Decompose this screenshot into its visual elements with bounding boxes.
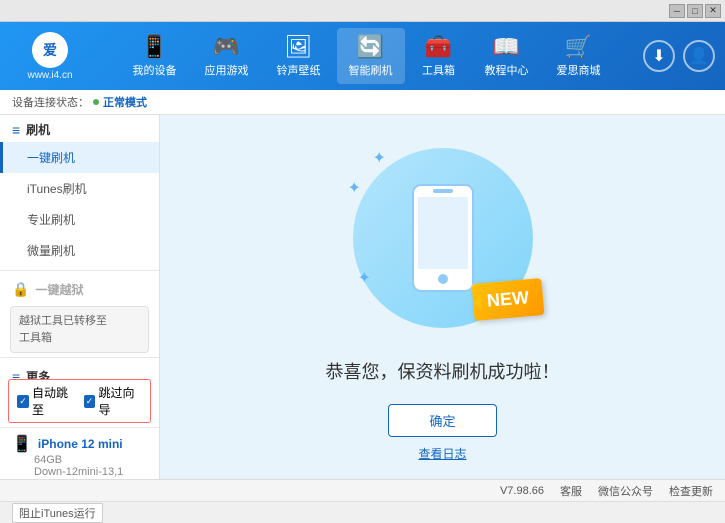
sidebar-scroll: ≡ 刷机 一键刷机 iTunes刷机 专业刷机 微量刷机 🔒 一键越狱 越狱工具… <box>0 115 159 379</box>
auto-jump-checkbox[interactable]: ✓ 自动跳至 <box>17 384 76 418</box>
wallpaper-icon: 🖼 <box>285 34 313 60</box>
status-mode: 正常模式 <box>103 94 147 110</box>
more-section-icon: ≡ <box>12 369 20 380</box>
auto-jump-check-icon: ✓ <box>19 396 27 407</box>
store-icon: 🛒 <box>565 34 592 60</box>
more-section-label: 更多 <box>26 368 50 379</box>
sidebar-item-downgrade-flash[interactable]: 微量刷机 <box>0 235 159 266</box>
nav-my-device[interactable]: 📱 我的设备 <box>121 28 189 84</box>
status-right: V7.98.66 客服 微信公众号 检查更新 <box>500 483 713 499</box>
logo-icon: 爱 <box>32 32 68 68</box>
new-badge: NEW <box>471 278 544 321</box>
sidebar-item-one-click-flash[interactable]: 一键刷机 <box>0 142 159 173</box>
flash-section-label: 刷机 <box>26 121 50 138</box>
connection-status-bar: 设备连接状态： 正常模式 <box>0 90 725 115</box>
nav-toolbox[interactable]: 🧰 工具箱 <box>409 28 469 84</box>
title-bar: ─ □ ✕ <box>0 0 725 22</box>
sidebar-divider-2 <box>0 357 159 358</box>
skip-wizard-checkbox-box[interactable]: ✓ <box>84 395 96 408</box>
app-game-icon: 🎮 <box>213 34 240 60</box>
confirm-button[interactable]: 确定 <box>388 404 496 437</box>
device-header: 📱 iPhone 12 mini <box>12 434 147 454</box>
auto-jump-label: 自动跳至 <box>32 384 76 418</box>
download-button[interactable]: ⬇ <box>643 40 675 72</box>
smart-flash-label: 智能刷机 <box>349 62 393 78</box>
notice-text: 越狱工具已转移至工具箱 <box>19 315 107 344</box>
wechat-link[interactable]: 微信公众号 <box>598 483 653 499</box>
success-text: 恭喜您，保资料刷机成功啦！ <box>326 358 560 384</box>
version-text: V7.98.66 <box>500 485 544 497</box>
secondary-link[interactable]: 查看日志 <box>418 445 466 462</box>
toolbox-label: 工具箱 <box>422 62 455 78</box>
logo-area: 爱 www.i4.cn <box>10 32 90 81</box>
check-update-link[interactable]: 检查更新 <box>669 483 713 499</box>
my-device-icon: 📱 <box>141 34 168 60</box>
checkbox-area: ✓ 自动跳至 ✓ 跳过向导 <box>8 379 151 423</box>
nav-smart-flash[interactable]: 🔄 智能刷机 <box>337 28 405 84</box>
flash-section-icon: ≡ <box>12 122 20 138</box>
tutorial-label: 教程中心 <box>485 62 529 78</box>
lock-icon: 🔒 <box>12 281 29 298</box>
app-game-label: 应用游戏 <box>205 62 249 78</box>
tutorial-icon: 📖 <box>493 34 520 60</box>
jailbreak-label: 一键越狱 <box>35 281 83 298</box>
status-bar: V7.98.66 客服 微信公众号 检查更新 <box>0 479 725 501</box>
toolbox-icon: 🧰 <box>425 34 452 60</box>
phone-illustration <box>408 183 478 293</box>
sparkle-icon-3: ✦ <box>358 268 371 288</box>
hero-container: ✦ ✦ ✦ NEW <box>343 138 543 338</box>
nav-wallpaper[interactable]: 🖼 铃声壁纸 <box>265 28 333 84</box>
device-info-area: 📱 iPhone 12 mini 64GB Down-12mini-13,1 <box>0 427 159 484</box>
itunes-bar: 阻止iTunes运行 <box>0 501 725 523</box>
user-button[interactable]: 👤 <box>683 40 715 72</box>
flash-section-header: ≡ 刷机 <box>0 115 159 142</box>
wallpaper-label: 铃声壁纸 <box>277 62 321 78</box>
sidebar-divider-1 <box>0 270 159 271</box>
sparkle-icon-1: ✦ <box>373 148 386 168</box>
status-dot <box>93 99 99 105</box>
minimize-button[interactable]: ─ <box>669 4 685 18</box>
left-panel: ≡ 刷机 一键刷机 iTunes刷机 专业刷机 微量刷机 🔒 一键越狱 越狱工具… <box>0 115 160 484</box>
sparkle-icon-2: ✦ <box>348 178 361 198</box>
maximize-button[interactable]: □ <box>687 4 703 18</box>
store-label: 爱思商城 <box>557 62 601 78</box>
header: 爱 www.i4.cn 📱 我的设备 🎮 应用游戏 🖼 铃声壁纸 🔄 智能刷机 … <box>0 22 725 90</box>
header-right: ⬇ 👤 <box>643 40 715 72</box>
itunes-stop-button[interactable]: 阻止iTunes运行 <box>12 503 103 523</box>
smart-flash-icon: 🔄 <box>357 34 384 60</box>
skip-wizard-checkbox[interactable]: ✓ 跳过向导 <box>84 384 143 418</box>
nav-tutorial[interactable]: 📖 教程中心 <box>473 28 541 84</box>
jailbreak-header: 🔒 一键越狱 <box>0 275 159 302</box>
connection-label: 设备连接状态： <box>12 94 89 110</box>
sidebar-item-pro-flash[interactable]: 专业刷机 <box>0 204 159 235</box>
service-link[interactable]: 客服 <box>560 483 582 499</box>
device-name: iPhone 12 mini <box>38 437 123 451</box>
sidebar-item-itunes-flash[interactable]: iTunes刷机 <box>0 173 159 204</box>
skip-wizard-label: 跳过向导 <box>98 384 142 418</box>
device-phone-icon: 📱 <box>12 434 32 454</box>
nav-store[interactable]: 🛒 爱思商城 <box>545 28 613 84</box>
device-storage: 64GB <box>12 454 147 466</box>
nav-items: 📱 我的设备 🎮 应用游戏 🖼 铃声壁纸 🔄 智能刷机 🧰 工具箱 📖 教程中心… <box>90 28 643 84</box>
more-section-header: ≡ 更多 <box>0 362 159 379</box>
skip-wizard-check-icon: ✓ <box>86 396 94 407</box>
nav-app-game[interactable]: 🎮 应用游戏 <box>193 28 261 84</box>
auto-jump-checkbox-box[interactable]: ✓ <box>17 395 29 408</box>
my-device-label: 我的设备 <box>133 62 177 78</box>
logo-subtext: www.i4.cn <box>27 70 72 81</box>
device-firmware: Down-12mini-13,1 <box>12 466 147 478</box>
jailbreak-notice: 越狱工具已转移至工具箱 <box>10 306 149 353</box>
main-content: ✦ ✦ ✦ NEW 恭喜您，保资料刷机成功啦！ 确定 查看日志 <box>160 115 725 484</box>
close-button[interactable]: ✕ <box>705 4 721 18</box>
window-controls: ─ □ ✕ <box>669 4 721 18</box>
